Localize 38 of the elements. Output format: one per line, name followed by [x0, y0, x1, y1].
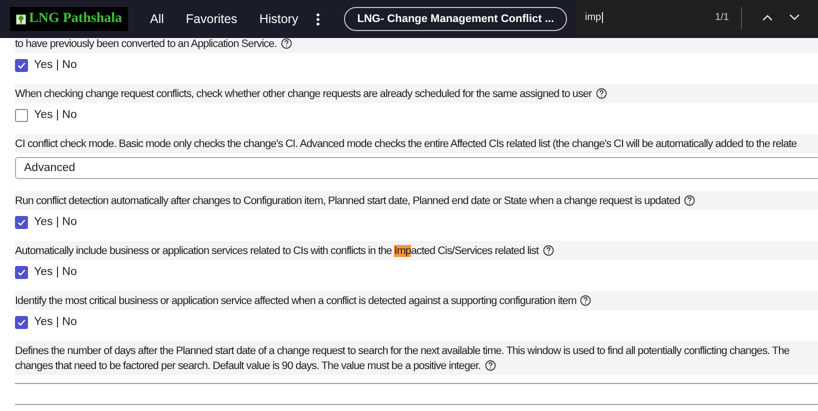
- record-title-tab[interactable]: LNG- Change Management Conflict ...: [344, 7, 568, 31]
- property-label: When checking change request conflicts, check whether other change requests are already scheduled for the same assigned to user: [15, 88, 592, 100]
- checkbox[interactable]: [15, 58, 28, 72]
- previous-match-icon[interactable]: [762, 14, 773, 21]
- property-label: changes that need to be factored per search. Default value is 90 days. The value must be a positive integer.: [15, 360, 481, 372]
- help-icon[interactable]: [684, 195, 696, 206]
- property-label: Automatically include business or application services related to CIs with conflicts in the Impacted Cis/Services related list: [15, 244, 539, 256]
- checkbox[interactable]: [15, 108, 28, 122]
- match-count: 1/1: [715, 12, 729, 23]
- help-icon[interactable]: [580, 295, 592, 306]
- next-match-icon[interactable]: [789, 14, 800, 21]
- property-label: Identify the most critical business or application service affected when a conflict is detected against a supporting configuration item: [15, 294, 576, 306]
- select-field[interactable]: Advanced: [15, 157, 818, 179]
- help-icon[interactable]: [484, 360, 496, 371]
- checkbox[interactable]: [15, 316, 28, 328]
- find-field[interactable]: imp: [585, 12, 716, 23]
- property-label: to have previously been converted to an Application Service.: [15, 38, 277, 50]
- help-icon[interactable]: [280, 38, 292, 49]
- property-label: Run conflict detection automatically after changes to Configuration item, Planned start date, Planned end date or State when a change request is updated: [15, 194, 680, 206]
- checkbox[interactable]: [15, 216, 28, 228]
- help-icon[interactable]: [596, 88, 607, 99]
- checkbox-label: Yes | No: [34, 109, 77, 121]
- logo[interactable]: LNG Pathshala: [10, 7, 128, 31]
- nav-link[interactable]: All: [150, 12, 164, 26]
- text-field[interactable]: [15, 383, 818, 405]
- tree-icon: [16, 12, 26, 26]
- nav-link[interactable]: Favorites: [186, 12, 238, 26]
- logo-text: LNG Pathshala: [29, 11, 122, 27]
- checkbox-label: Yes | No: [34, 59, 77, 71]
- help-icon[interactable]: [542, 245, 554, 256]
- checkbox-label: Yes | No: [34, 316, 77, 328]
- more-icon[interactable]: [316, 12, 320, 26]
- property-label: Defines the number of days after the Planned start date of a change request to search for the next available time. This window is used to find all potentially conflicting changes. The: [15, 344, 790, 356]
- property-label: CI conflict check mode. Basic mode only checks the change's CI. Advanced mode checks the entire Affected CIs related list (the change's CI will be automatically added to the relate: [15, 138, 797, 150]
- nav-link[interactable]: History: [259, 12, 298, 26]
- checkbox-label: Yes | No: [34, 216, 77, 228]
- checkbox-label: Yes | No: [34, 266, 77, 278]
- checkbox[interactable]: [15, 266, 28, 278]
